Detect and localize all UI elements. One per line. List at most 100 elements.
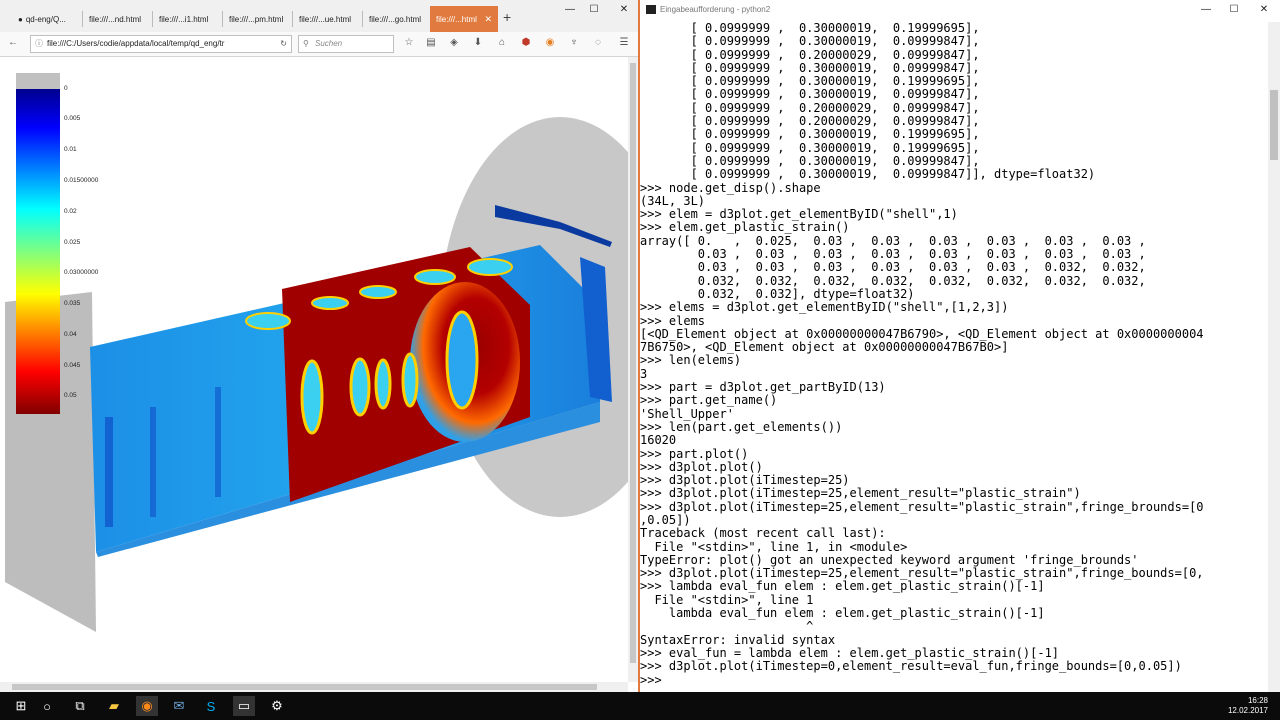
tab-file-i1[interactable]: file:///...i1.html bbox=[153, 6, 222, 32]
tab-github[interactable]: ● qd-eng/Q... bbox=[12, 6, 82, 32]
colorbar-label: 0.01 bbox=[64, 146, 77, 153]
close-icon[interactable]: ✕ bbox=[484, 14, 492, 25]
console-line: File "<stdin>", line 1 bbox=[640, 592, 814, 607]
console-window: Eingabeaufforderung - python2 — ☐ ✕ [ 0.… bbox=[640, 0, 1280, 692]
colorbar-label: 0.035 bbox=[64, 300, 81, 307]
browser-window: ● qd-eng/Q... file:///...nd.html file://… bbox=[0, 0, 640, 692]
tab-label: file:///...pm.html bbox=[229, 14, 284, 24]
colorbar-label: 0.01500000 bbox=[64, 177, 99, 184]
console-line: >>> lambda eval_fun elem : elem.get_plas… bbox=[640, 579, 1045, 594]
console-line: lambda eval_fun elem : elem.get_plastic_… bbox=[640, 606, 1045, 621]
strain-ring bbox=[245, 312, 291, 330]
console-line: >>> bbox=[640, 672, 662, 687]
colorbar-label: 0.02 bbox=[64, 208, 77, 215]
url-bar[interactable]: ⓘ file:///C:/Users/codie/appdata/local/t… bbox=[30, 35, 292, 53]
vertical-scrollbar[interactable] bbox=[628, 57, 638, 682]
maximize-icon[interactable]: ☐ bbox=[584, 4, 604, 15]
hamburger-menu-icon[interactable]: ☰ bbox=[617, 37, 631, 48]
console-line: >>> d3plot.plot(iTimestep=0,element_resu… bbox=[640, 659, 1182, 674]
new-tab-plus-icon[interactable]: + bbox=[503, 9, 511, 25]
close-window-icon[interactable]: ✕ bbox=[1254, 4, 1274, 15]
strain-ring bbox=[359, 285, 397, 299]
console-line: [ 0.0999999 , 0.20000029, 0.09999847], bbox=[640, 47, 980, 62]
horizontal-scrollbar[interactable] bbox=[0, 682, 628, 692]
ublock-icon[interactable]: ⬢ bbox=[519, 37, 533, 48]
navigation-bar: ← ⓘ file:///C:/Users/codie/appdata/local… bbox=[0, 32, 638, 57]
colorbar-label: 0.005 bbox=[64, 115, 81, 122]
colorbar-label: 0 bbox=[64, 85, 68, 92]
maximize-icon[interactable]: ☐ bbox=[1224, 4, 1244, 15]
info-icon: ⓘ bbox=[35, 39, 43, 48]
console-line: >>> d3plot.plot() bbox=[640, 459, 763, 474]
tab-file-active[interactable]: file:///...html ✕ bbox=[430, 6, 498, 32]
bookmark-star-icon[interactable]: ☆ bbox=[402, 37, 416, 48]
console-text: [ 0.0999999 , 0.30000019, 0.19999695], [… bbox=[640, 22, 1266, 687]
clock[interactable]: 16:28 12.02.2017 bbox=[1228, 696, 1268, 716]
extension-icon[interactable]: ♆ bbox=[567, 37, 581, 48]
colorbar bbox=[16, 89, 60, 414]
console-line: 'Shell_Upper' bbox=[640, 406, 734, 421]
console-line: [ 0.0999999 , 0.20000029, 0.09999847], bbox=[640, 114, 980, 129]
fem-plot[interactable] bbox=[0, 57, 628, 682]
tab-label: file:///...ue.html bbox=[299, 14, 352, 24]
search-icon: ⚲ bbox=[303, 39, 309, 48]
tab-file-go[interactable]: file:///...go.html bbox=[363, 6, 430, 32]
console-line: ,0.05]) bbox=[640, 512, 691, 527]
3d-viewer-canvas[interactable]: 0 0.005 0.01 0.01500000 0.02 0.025 0.030… bbox=[0, 57, 628, 682]
console-line: [ 0.0999999 , 0.30000019, 0.09999847], bbox=[640, 34, 980, 49]
strain-ring bbox=[374, 358, 392, 410]
home-icon[interactable]: ⌂ bbox=[495, 37, 509, 48]
tab-file-ue[interactable]: file:///...ue.html bbox=[293, 6, 362, 32]
console-line: >>> elems = d3plot.get_elementByID("shel… bbox=[640, 300, 1009, 315]
tab-label: file:///...go.html bbox=[369, 14, 422, 24]
tab-strip: ● qd-eng/Q... file:///...nd.html file://… bbox=[0, 0, 638, 33]
firefox-icon[interactable]: ◉ bbox=[136, 696, 158, 716]
console-scrollbar[interactable] bbox=[1268, 22, 1280, 692]
tab-file-nd[interactable]: file:///...nd.html bbox=[83, 6, 152, 32]
console-line: 0.03 , 0.03 , 0.03 , 0.03 , 0.03 , 0.03 … bbox=[640, 247, 1146, 262]
strain-band bbox=[215, 387, 221, 497]
strain-ring bbox=[414, 269, 456, 285]
cmd-icon[interactable]: ▭ bbox=[233, 696, 255, 716]
console-line: >>> d3plot.plot(iTimestep=25,element_res… bbox=[640, 499, 1204, 514]
task-view-icon[interactable]: ⧉ bbox=[69, 696, 91, 716]
url-text: file:///C:/Users/codie/appdata/local/tem… bbox=[47, 39, 225, 48]
chrome-extension-icon[interactable]: ◉ bbox=[543, 37, 557, 48]
back-arrow-icon[interactable]: ← bbox=[6, 37, 20, 48]
tab-file-pm[interactable]: file:///...pm.html bbox=[223, 6, 292, 32]
clipboard-icon[interactable]: ▤ bbox=[424, 37, 438, 48]
console-line: [ 0.0999999 , 0.30000019, 0.09999847], bbox=[640, 60, 980, 75]
console-line: >>> d3plot.plot(iTimestep=25,element_res… bbox=[640, 486, 1081, 501]
console-output[interactable]: [ 0.0999999 , 0.30000019, 0.19999695], [… bbox=[640, 22, 1266, 692]
console-line: 3 bbox=[640, 366, 648, 381]
search-icon[interactable]: ○ bbox=[36, 696, 58, 716]
console-line: array([ 0. , 0.025, 0.03 , 0.03 , 0.03 ,… bbox=[640, 233, 1146, 248]
console-line: [ 0.0999999 , 0.30000019, 0.19999695], bbox=[640, 74, 980, 89]
close-window-icon[interactable]: ✕ bbox=[614, 4, 634, 15]
console-line: 16020 bbox=[640, 433, 677, 448]
console-line: >>> d3plot.plot(iTimestep=25,element_res… bbox=[640, 566, 1204, 581]
console-line: >>> len(elems) bbox=[640, 353, 742, 368]
minimize-icon[interactable]: — bbox=[560, 4, 580, 15]
thunderbird-icon[interactable]: ✉ bbox=[168, 696, 190, 716]
download-arrow-icon[interactable]: ⬇ bbox=[471, 37, 485, 48]
strain-ring bbox=[445, 310, 479, 410]
reload-icon[interactable]: ↻ bbox=[280, 36, 287, 52]
settings-icon[interactable]: ⚙ bbox=[266, 696, 288, 716]
cmd-icon bbox=[646, 5, 656, 14]
console-line: 7B6750>, <QD_Element object at 0x0000000… bbox=[640, 340, 1009, 355]
windows-start-icon[interactable]: ⊞ bbox=[10, 696, 32, 716]
console-line: [ 0.0999999 , 0.20000029, 0.09999847], bbox=[640, 100, 980, 115]
github-icon: ● bbox=[18, 14, 23, 24]
tab-label: file:///...html bbox=[436, 14, 477, 24]
console-title: Eingabeaufforderung - python2 bbox=[660, 5, 771, 14]
skype-icon[interactable]: S bbox=[200, 696, 222, 716]
search-input[interactable]: ⚲ Suchen bbox=[298, 35, 394, 53]
eye-icon[interactable]: ◌ bbox=[591, 37, 605, 48]
console-line: [ 0.0999999 , 0.30000019, 0.09999847]], … bbox=[640, 167, 1096, 182]
colorbar-label: 0.045 bbox=[64, 362, 81, 369]
console-line: [ 0.0999999 , 0.30000019, 0.19999695], bbox=[640, 22, 980, 35]
pocket-icon[interactable]: ◈ bbox=[447, 37, 461, 48]
file-explorer-icon[interactable]: ▰ bbox=[103, 696, 125, 716]
minimize-icon[interactable]: — bbox=[1196, 4, 1216, 15]
